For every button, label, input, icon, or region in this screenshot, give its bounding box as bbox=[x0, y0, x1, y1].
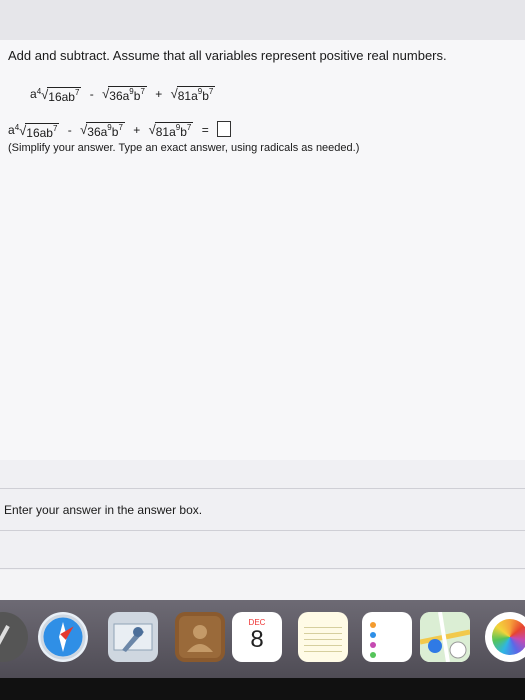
maps-icon[interactable] bbox=[420, 612, 470, 662]
calendar-icon[interactable]: DEC 8 bbox=[232, 612, 282, 662]
divider bbox=[0, 568, 525, 569]
divider bbox=[0, 530, 525, 531]
safari-icon[interactable] bbox=[38, 612, 88, 662]
monitor-bezel bbox=[0, 678, 525, 700]
answer-box-prompt: Enter your answer in the answer box. bbox=[4, 503, 203, 517]
simplify-hint: (Simplify your answer. Type an exact ans… bbox=[8, 142, 360, 154]
answer-input-box[interactable] bbox=[216, 121, 231, 137]
divider bbox=[0, 488, 525, 489]
problem-expression: a4 √ 16ab7 - √ 36a9b7 + √ 81a9b7 bbox=[30, 86, 216, 104]
contacts-icon[interactable] bbox=[175, 612, 225, 662]
reminders-icon[interactable] bbox=[362, 612, 412, 662]
top-band bbox=[0, 0, 525, 41]
notes-icon[interactable] bbox=[298, 612, 348, 662]
instruction-text: Add and subtract. Assume that all variab… bbox=[8, 48, 447, 63]
answer-expression: a4 √ 16ab7 - √ 36a9b7 + √ 81a9b7 = bbox=[8, 121, 231, 140]
browser-screen: Add and subtract. Assume that all variab… bbox=[0, 0, 525, 600]
mail-icon[interactable] bbox=[108, 612, 158, 662]
